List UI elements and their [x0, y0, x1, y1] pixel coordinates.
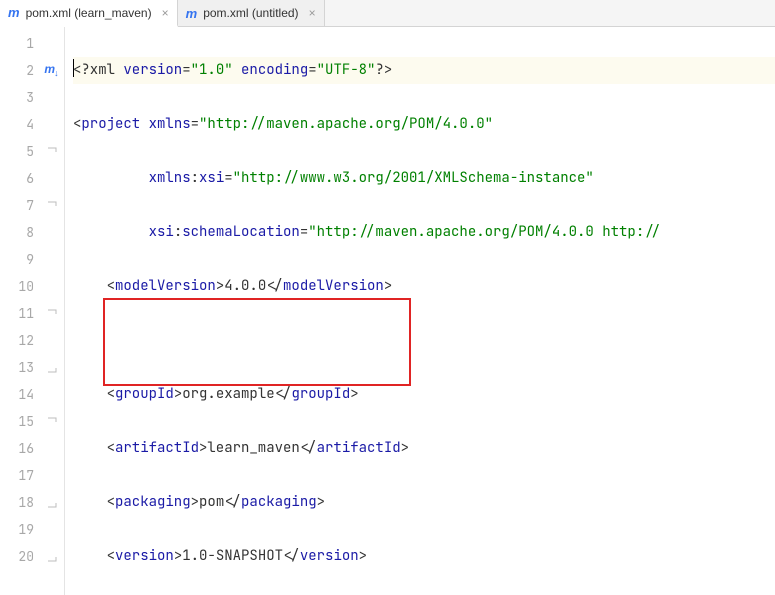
maven-file-icon: m: [8, 6, 20, 19]
close-icon[interactable]: ×: [162, 6, 169, 20]
line-number: 12: [0, 327, 40, 354]
fold-marker-open-icon[interactable]: [40, 408, 64, 435]
code-line: <groupId>org.example</groupId>: [73, 381, 775, 408]
icon-gutter: m↓: [40, 27, 65, 595]
line-number: 9: [0, 246, 40, 273]
close-icon[interactable]: ×: [309, 6, 316, 20]
line-number: 19: [0, 516, 40, 543]
tab-bar: m pom.xml (learn_maven) × m pom.xml (unt…: [0, 0, 775, 27]
line-number: 10: [0, 273, 40, 300]
line-number: 15: [0, 408, 40, 435]
code-line: xsi:schemaLocation="http://maven.apache.…: [73, 219, 775, 246]
code-editor[interactable]: 1 2 3 4 5 6 7 8 9 10 11 12 13 14 15 16 1…: [0, 27, 775, 595]
line-number: 11: [0, 300, 40, 327]
fold-marker-open-icon[interactable]: [40, 192, 64, 219]
code-area[interactable]: <?xml version="1.0" encoding="UTF-8"?> <…: [65, 27, 775, 595]
tab-pom-learn-maven[interactable]: m pom.xml (learn_maven) ×: [0, 0, 178, 27]
line-number-gutter: 1 2 3 4 5 6 7 8 9 10 11 12 13 14 15 16 1…: [0, 27, 40, 595]
line-number: 5: [0, 138, 40, 165]
line-number: 20: [0, 543, 40, 570]
code-line: [73, 327, 775, 354]
line-number: 18: [0, 489, 40, 516]
fold-marker-close-icon[interactable]: [40, 489, 64, 516]
code-line: <project xmlns="http://maven.apache.org/…: [73, 111, 775, 138]
tab-label: pom.xml (learn_maven): [26, 6, 152, 20]
line-number: 14: [0, 381, 40, 408]
line-number: 17: [0, 462, 40, 489]
code-line: <modelVersion>4.0.0</modelVersion>: [73, 273, 775, 300]
line-number: 7: [0, 192, 40, 219]
line-number: 3: [0, 84, 40, 111]
line-number: 2: [0, 57, 40, 84]
line-number: 4: [0, 111, 40, 138]
code-line: xmlns:xsi="http://www.w3.org/2001/XMLSch…: [73, 165, 775, 192]
tab-pom-untitled[interactable]: m pom.xml (untitled) ×: [178, 0, 325, 26]
fold-marker-open-icon[interactable]: [40, 138, 64, 165]
line-number: 6: [0, 165, 40, 192]
code-line: <packaging>pom</packaging>: [73, 489, 775, 516]
line-number: 16: [0, 435, 40, 462]
maven-file-icon: m: [186, 7, 198, 20]
code-line: <?xml version="1.0" encoding="UTF-8"?>: [73, 57, 775, 84]
maven-reload-icon[interactable]: m↓: [40, 57, 64, 84]
line-number: 1: [0, 30, 40, 57]
fold-marker-close-icon[interactable]: [40, 543, 64, 570]
tab-label: pom.xml (untitled): [203, 6, 298, 20]
fold-marker-close-icon[interactable]: [40, 354, 64, 381]
code-line: <version>1.0-SNAPSHOT</version>: [73, 543, 775, 570]
line-number: 8: [0, 219, 40, 246]
code-line: <artifactId>learn_maven</artifactId>: [73, 435, 775, 462]
editor-root: m pom.xml (learn_maven) × m pom.xml (unt…: [0, 0, 775, 595]
fold-marker-open-icon[interactable]: [40, 300, 64, 327]
line-number: 13: [0, 354, 40, 381]
